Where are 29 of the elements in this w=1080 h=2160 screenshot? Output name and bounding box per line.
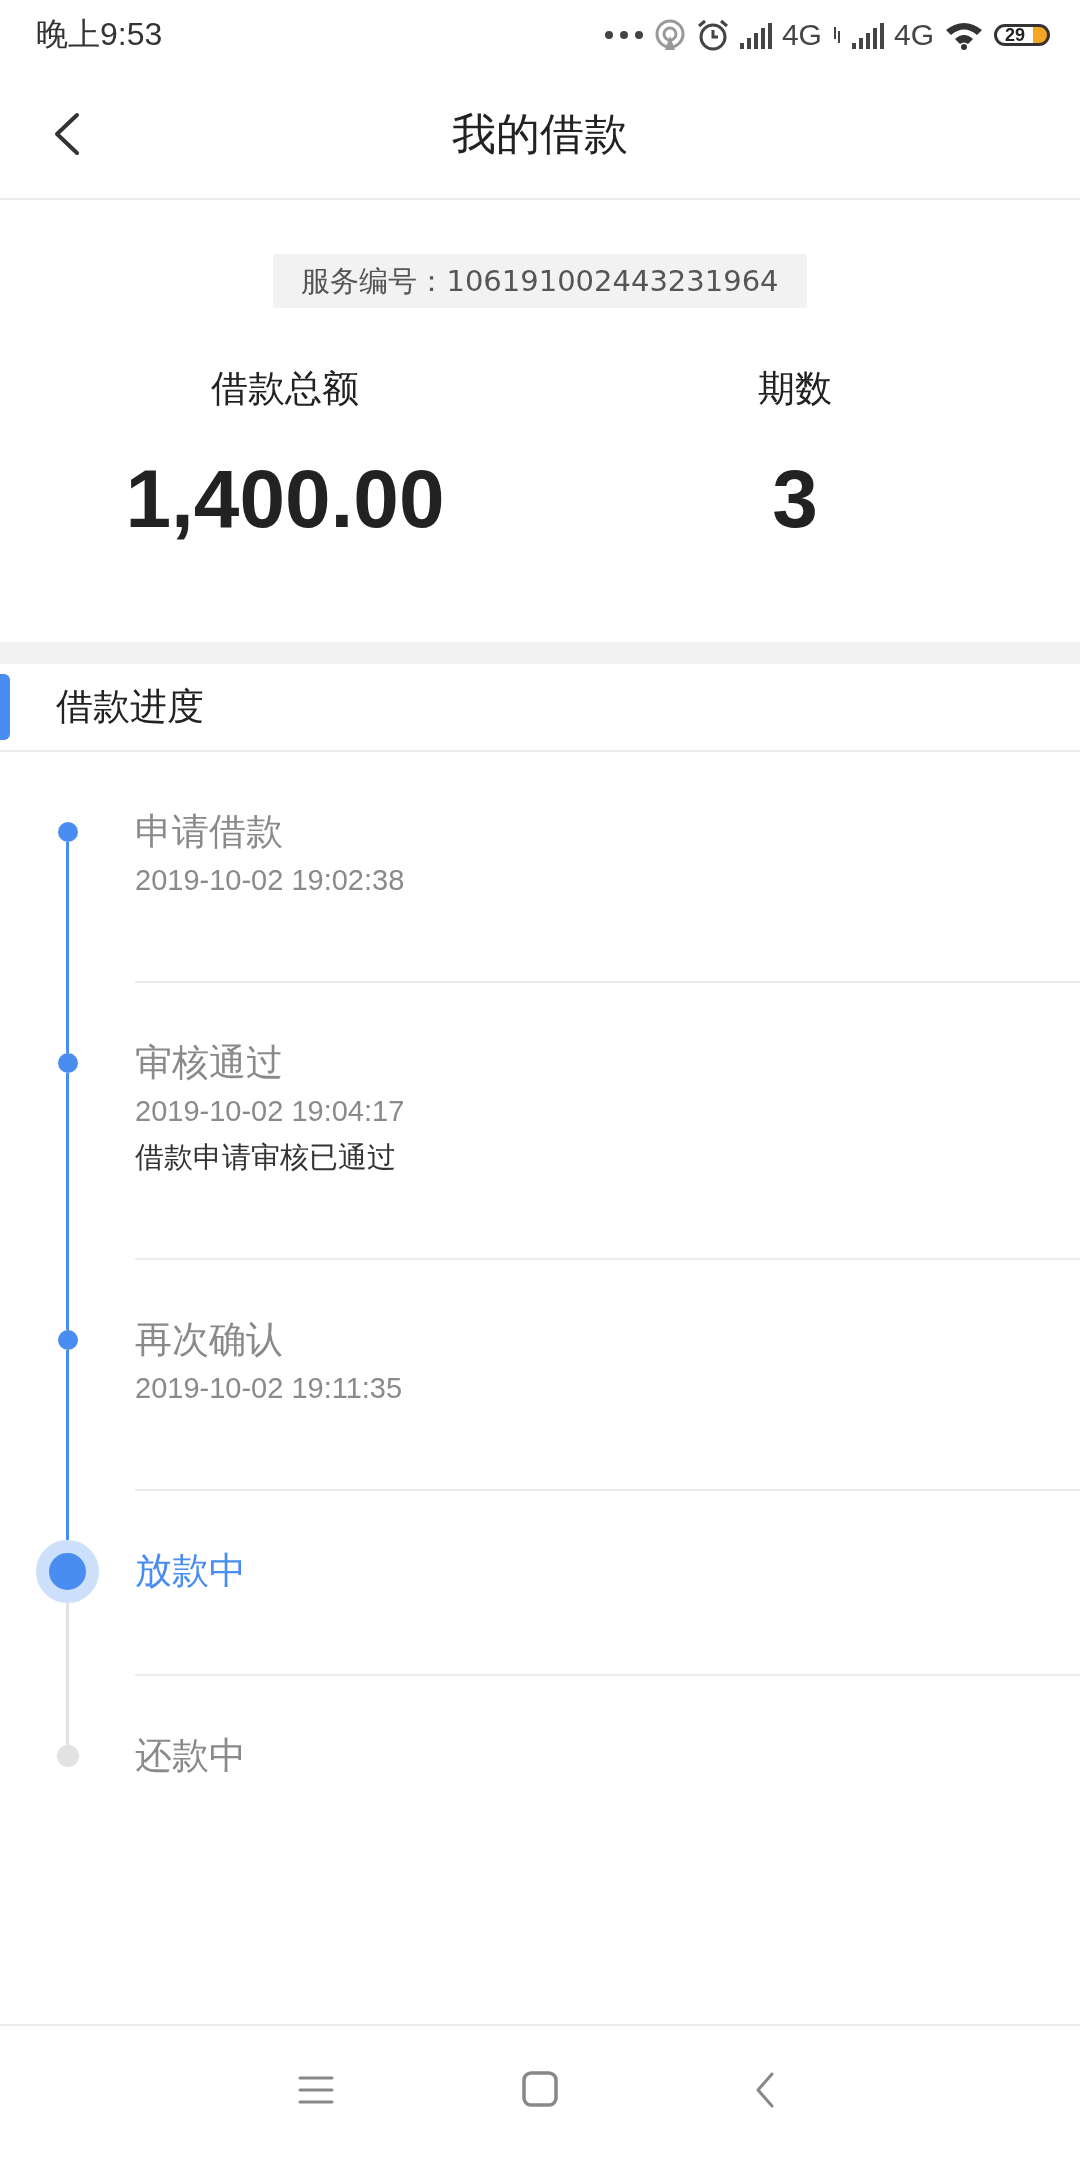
section-title: 借款进度 <box>56 684 204 730</box>
summary-label: 借款总额 <box>211 366 359 412</box>
network-type: 4G <box>781 18 822 52</box>
step-time: 2019-10-02 19:02:38 <box>135 863 406 898</box>
step-title: 再次确认 <box>135 1317 284 1363</box>
step-title: 还款中 <box>135 1733 247 1779</box>
signal-icon <box>739 21 772 49</box>
battery-indicator: 29 <box>994 24 1050 46</box>
status-time: 晚上9:53 <box>36 15 163 54</box>
network-type: 4G <box>893 18 934 52</box>
step-note: 借款申请审核已通过 <box>135 1139 397 1176</box>
page-title: 我的借款 <box>452 106 628 161</box>
hotspot-icon <box>653 19 686 51</box>
step-time: 2019-10-02 19:04:17 <box>135 1094 406 1129</box>
service-number: 服务编号：106191002443231964 <box>273 254 807 308</box>
back-icon[interactable] <box>52 112 82 156</box>
signal-icon <box>851 21 884 49</box>
step-title: 申请借款 <box>135 809 284 855</box>
summary-label: 期数 <box>758 366 832 412</box>
wifi-icon <box>944 20 984 50</box>
section-accent-bar <box>0 674 10 740</box>
step-title: 放款中 <box>135 1548 247 1594</box>
alarm-icon <box>695 18 730 52</box>
step-time: 2019-10-02 19:11:35 <box>135 1371 404 1406</box>
summary-value: 3 <box>772 452 818 546</box>
data-arrows-icon <box>831 27 842 43</box>
more-icon <box>603 30 644 40</box>
summary-value: 1,400.00 <box>125 452 445 546</box>
step-title: 审核通过 <box>135 1040 284 1086</box>
